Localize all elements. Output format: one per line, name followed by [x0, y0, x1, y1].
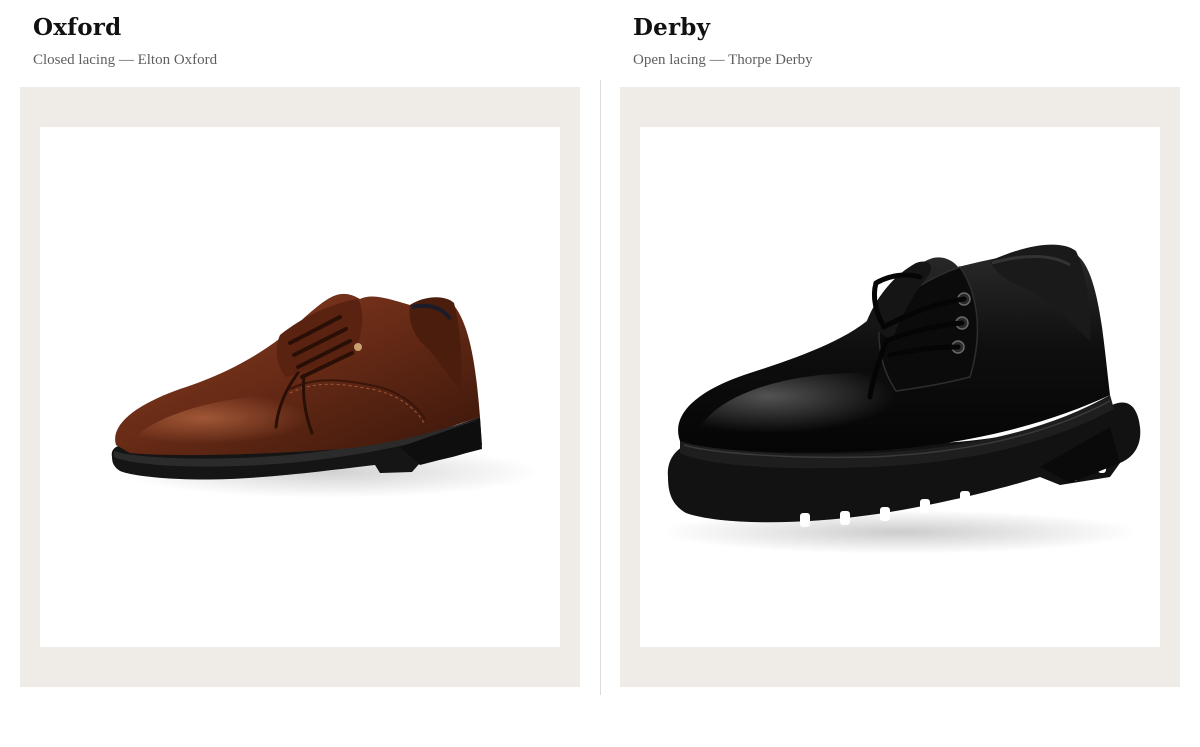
oxford-photo[interactable] [40, 127, 560, 647]
oxford-caption: Closed lacing — Elton Oxford [33, 52, 218, 68]
panel-divider [600, 80, 601, 695]
black-derby-shoe-icon [660, 244, 1141, 554]
derby-title: Derby [633, 14, 711, 41]
derby-photo[interactable] [640, 127, 1160, 647]
oxford-image-frame [20, 87, 580, 687]
oxford-title: Oxford [33, 14, 122, 41]
derby-caption: Open lacing — Thorpe Derby [633, 52, 813, 68]
derby-panel: Derby Open lacing — Thorpe Derby [620, 0, 1180, 747]
brown-oxford-shoe-icon [111, 293, 540, 498]
oxford-panel: Oxford Closed lacing — Elton Oxford [20, 0, 580, 747]
derby-image-frame [620, 87, 1180, 687]
